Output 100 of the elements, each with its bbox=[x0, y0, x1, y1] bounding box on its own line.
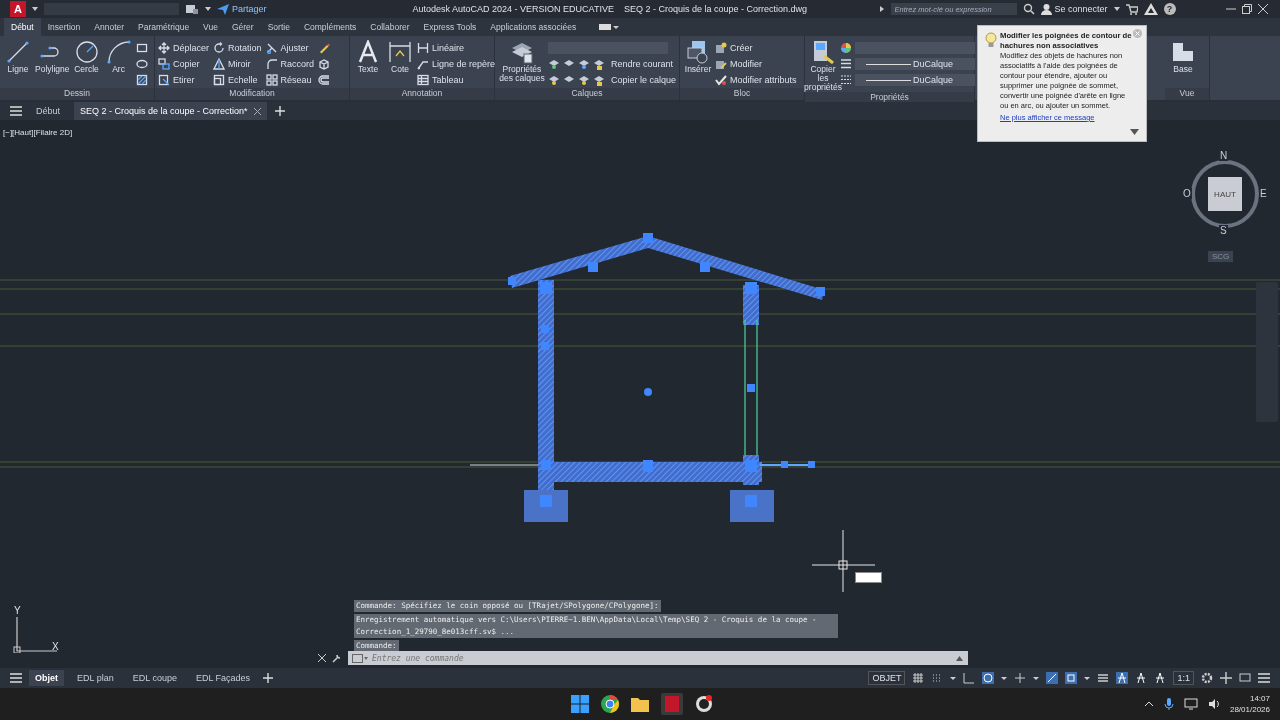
share-button[interactable]: Partager bbox=[217, 3, 267, 15]
compass-label[interactable]: S bbox=[1219, 225, 1228, 236]
ribbon-tool-button[interactable]: Ligne de repère bbox=[417, 56, 496, 72]
workspace-icon[interactable] bbox=[185, 3, 199, 15]
slash-icon[interactable] bbox=[1046, 672, 1059, 684]
app-logo[interactable]: A bbox=[10, 1, 26, 17]
triangle-logo-icon[interactable] bbox=[1143, 3, 1158, 15]
ribbon-tool-button[interactable]: Copier bbox=[158, 56, 210, 72]
monitor-icon[interactable] bbox=[1239, 672, 1251, 684]
ribbon-tool-button[interactable]: Arc bbox=[103, 40, 134, 88]
ribbon-tool-button[interactable]: Rendre courant bbox=[547, 56, 676, 72]
view-cube-face[interactable]: HAUT bbox=[1208, 177, 1242, 211]
panel-title[interactable]: Vue bbox=[1165, 88, 1209, 100]
viewport-label[interactable]: [−][Haut][Filaire 2D] bbox=[3, 128, 73, 137]
dropdown-field[interactable] bbox=[855, 42, 975, 54]
close-icon[interactable] bbox=[318, 654, 326, 662]
plus-icon[interactable] bbox=[1220, 672, 1232, 684]
model-space-button[interactable]: OBJET bbox=[868, 671, 906, 685]
menu-icon[interactable] bbox=[1258, 673, 1270, 683]
ribbon-tab[interactable]: Applications associées bbox=[483, 18, 584, 36]
search-icon[interactable] bbox=[1022, 3, 1035, 15]
ribbon-tool-button[interactable]: Polyligne bbox=[35, 40, 70, 88]
ribbon-tool-button[interactable]: Copier le calque bbox=[547, 72, 676, 88]
grid-icon[interactable] bbox=[912, 672, 925, 684]
dropdown-field[interactable]: DuCalque bbox=[855, 58, 975, 70]
caret-up-icon[interactable] bbox=[956, 656, 963, 661]
command-input-field[interactable]: Entrez une commande bbox=[348, 651, 968, 665]
ribbon-tool-button[interactable]: Tableau bbox=[417, 72, 496, 88]
wrench-icon[interactable] bbox=[332, 653, 342, 663]
caret-icon[interactable] bbox=[1130, 129, 1139, 135]
panel-toggle-icon[interactable] bbox=[599, 23, 620, 31]
ribbon-tool-button[interactable]: Echelle bbox=[213, 72, 262, 88]
clock-date[interactable]: 28/01/2026 bbox=[1229, 704, 1270, 715]
speaker-icon[interactable] bbox=[1207, 698, 1220, 710]
ribbon-tab[interactable]: Début bbox=[4, 18, 41, 36]
ribbon-tool-button[interactable]: Modifier bbox=[715, 56, 797, 72]
layout-tab[interactable]: EDL coupe bbox=[126, 670, 183, 686]
ribbon-tool-button[interactable]: Insérer bbox=[683, 40, 713, 88]
panel-title[interactable]: Calques bbox=[495, 88, 679, 100]
cart-icon[interactable] bbox=[1125, 3, 1138, 15]
ribbon-tool-button[interactable]: Etirer bbox=[158, 72, 210, 88]
plus-icon[interactable] bbox=[274, 106, 285, 116]
ribbon-tool-button[interactable]: Base bbox=[1168, 40, 1198, 88]
house-drawing[interactable] bbox=[508, 233, 825, 522]
ribbon-tool-button[interactable]: Cote bbox=[385, 40, 415, 88]
annotation-scale-button[interactable]: 1:1 bbox=[1173, 671, 1194, 685]
clock-time[interactable]: 14:07 bbox=[1249, 693, 1270, 704]
browser-icon[interactable] bbox=[601, 695, 619, 713]
dropdown-field[interactable]: DuCalque bbox=[855, 74, 975, 86]
menu-icon[interactable] bbox=[10, 106, 22, 116]
ribbon-icon-button[interactable] bbox=[135, 72, 148, 88]
ribbon-tool-button[interactable]: Ligne bbox=[3, 40, 33, 88]
monitor-icon[interactable] bbox=[1183, 698, 1198, 710]
plus-icon[interactable] bbox=[263, 673, 274, 683]
angle-icon[interactable] bbox=[963, 672, 976, 684]
panel-title[interactable]: Annotation bbox=[350, 88, 494, 100]
ribbon-tab[interactable]: Express Tools bbox=[416, 18, 484, 36]
ribbon-tool-button[interactable]: Linéaire bbox=[417, 40, 496, 56]
restore-icon[interactable] bbox=[1242, 4, 1252, 14]
crosshair-icon[interactable] bbox=[1014, 672, 1027, 684]
compass-label[interactable]: O bbox=[1182, 188, 1192, 199]
recorder-icon[interactable] bbox=[695, 695, 713, 713]
menu-icon[interactable] bbox=[10, 673, 22, 683]
ribbon-tab[interactable]: Sortie bbox=[260, 18, 297, 36]
ribbon-tab[interactable]: Vue bbox=[196, 18, 225, 36]
caret-icon[interactable] bbox=[205, 6, 211, 12]
ribbon-tool-button[interactable]: Miroir bbox=[213, 56, 262, 72]
close-icon[interactable] bbox=[1258, 4, 1268, 14]
layout-tab[interactable]: EDL plan bbox=[71, 670, 120, 686]
ribbon-tab[interactable]: Compléments bbox=[296, 18, 364, 36]
ribbon-tab[interactable]: Collaborer bbox=[363, 18, 417, 36]
ribbon-tool-button[interactable]: Modifier attributs bbox=[715, 72, 797, 88]
sign-in-button[interactable]: Se connecter bbox=[1040, 3, 1108, 15]
polar-icon[interactable] bbox=[982, 672, 995, 684]
ribbon-tool-button[interactable]: Créer bbox=[715, 40, 797, 56]
folder-icon[interactable] bbox=[631, 696, 649, 712]
ribbon-tab[interactable]: Insertion bbox=[40, 18, 88, 36]
panel-title[interactable]: Propriétés bbox=[805, 92, 974, 102]
layout-tab[interactable]: EDL Façades bbox=[189, 670, 257, 686]
document-tab[interactable]: SEQ 2 - Croquis de la coupe - Correction* bbox=[74, 102, 267, 120]
compass-label[interactable]: E bbox=[1259, 188, 1268, 199]
lines-icon[interactable] bbox=[1097, 672, 1110, 684]
ribbon-tool-button[interactable]: Propriétés des calques bbox=[498, 40, 546, 88]
panel-title[interactable]: Dessin bbox=[0, 88, 154, 100]
ribbon-tab[interactable]: Paramétrique bbox=[131, 18, 197, 36]
prompt-icon[interactable] bbox=[352, 654, 368, 663]
gear-icon[interactable] bbox=[1201, 672, 1213, 684]
panel-title[interactable]: Bloc bbox=[680, 88, 804, 100]
ribbon-tool-button[interactable]: Rotation bbox=[213, 40, 262, 56]
microphone-icon[interactable] bbox=[1163, 698, 1174, 710]
caret-icon[interactable] bbox=[32, 6, 38, 12]
ribbon-tool-button[interactable]: Réseau bbox=[265, 72, 315, 88]
compass-label[interactable]: N bbox=[1219, 150, 1229, 161]
caret-icon[interactable] bbox=[1113, 6, 1120, 12]
square-icon[interactable] bbox=[1065, 672, 1078, 684]
dynamic-input-field[interactable] bbox=[855, 572, 882, 583]
layout-tab[interactable]: Objet bbox=[29, 670, 64, 686]
ribbon-tool-button[interactable]: Déplacer bbox=[158, 40, 210, 56]
ribbon-tool-button[interactable]: Raccord bbox=[265, 56, 315, 72]
panel-title[interactable]: Modification bbox=[155, 88, 349, 100]
